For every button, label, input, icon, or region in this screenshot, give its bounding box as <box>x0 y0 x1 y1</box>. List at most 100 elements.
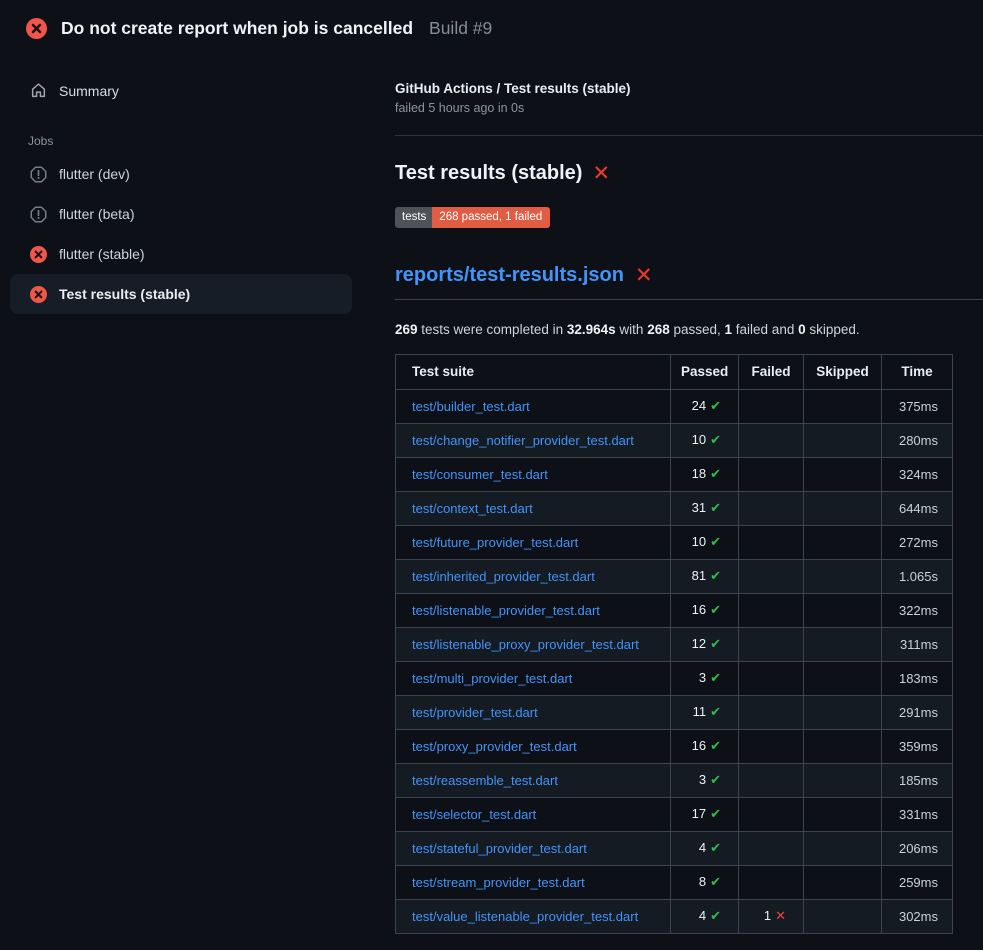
passed-count: 3 <box>699 772 706 787</box>
suite-link[interactable]: test/stateful_provider_test.dart <box>412 841 587 856</box>
table-row: test/listenable_proxy_provider_test.dart… <box>396 627 953 661</box>
time-cell: 331ms <box>882 797 953 831</box>
sidebar-job-item[interactable]: flutter (dev) <box>10 154 352 194</box>
suite-link[interactable]: test/listenable_provider_test.dart <box>412 603 600 618</box>
check-icon: ✔ <box>710 432 721 447</box>
failed-cell <box>739 695 804 729</box>
jobs-section-label: Jobs <box>28 134 395 148</box>
sidebar-job-item[interactable]: Test results (stable) <box>10 274 352 314</box>
report-heading: reports/test-results.json ✕ <box>395 264 983 300</box>
check-icon: ✔ <box>710 874 721 889</box>
suite-cell: test/provider_test.dart <box>396 695 671 729</box>
skipped-cell <box>804 423 882 457</box>
passed-cell: 31✔ <box>671 491 739 525</box>
suite-link[interactable]: test/change_notifier_provider_test.dart <box>412 433 634 448</box>
passed-cell: 8✔ <box>671 865 739 899</box>
table-row: test/future_provider_test.dart10✔272ms <box>396 525 953 559</box>
suite-link[interactable]: test/listenable_proxy_provider_test.dart <box>412 637 639 652</box>
check-icon: ✔ <box>710 534 721 549</box>
breadcrumb: GitHub Actions / Test results (stable) <box>395 81 983 96</box>
failed-cell <box>739 763 804 797</box>
skipped-cell <box>804 627 882 661</box>
check-icon: ✔ <box>710 636 721 651</box>
passed-count: 4 <box>699 908 706 923</box>
sidebar-item-summary[interactable]: Summary <box>10 73 352 108</box>
suite-cell: test/value_listenable_provider_test.dart <box>396 899 671 933</box>
x-icon: ✕ <box>775 908 786 923</box>
passed-cell: 24✔ <box>671 389 739 423</box>
passed-cell: 16✔ <box>671 593 739 627</box>
sidebar: Summary Jobs flutter (dev)flutter (beta)… <box>0 51 395 314</box>
time-cell: 259ms <box>882 865 953 899</box>
suite-link[interactable]: test/provider_test.dart <box>412 705 538 720</box>
suite-link[interactable]: test/multi_provider_test.dart <box>412 671 572 686</box>
job-label: Test results (stable) <box>59 286 190 302</box>
passed-count: 24 <box>692 398 706 413</box>
time-cell: 183ms <box>882 661 953 695</box>
col-header-time: Time <box>882 354 953 389</box>
failed-count: 1 <box>764 908 771 923</box>
time-cell: 1.065s <box>882 559 953 593</box>
failed-cell <box>739 627 804 661</box>
table-row: test/stateful_provider_test.dart4✔206ms <box>396 831 953 865</box>
suite-link[interactable]: test/selector_test.dart <box>412 807 536 822</box>
passed-count: 10 <box>692 432 706 447</box>
failed-cell <box>739 423 804 457</box>
failed-cell <box>739 729 804 763</box>
run-meta: failed 5 hours ago in 0s <box>395 101 983 115</box>
summary-segment: failed and <box>732 322 798 337</box>
suite-cell: test/listenable_provider_test.dart <box>396 593 671 627</box>
time-cell: 185ms <box>882 763 953 797</box>
sidebar-job-item[interactable]: flutter (stable) <box>10 234 352 274</box>
summary-segment: 32.964s <box>567 322 616 337</box>
check-icon: ✔ <box>710 670 721 685</box>
check-icon: ✔ <box>710 738 721 753</box>
passed-cell: 4✔ <box>671 831 739 865</box>
suite-link[interactable]: test/builder_test.dart <box>412 399 530 414</box>
suite-link[interactable]: test/consumer_test.dart <box>412 467 548 482</box>
suite-link[interactable]: test/proxy_provider_test.dart <box>412 739 577 754</box>
suite-cell: test/stateful_provider_test.dart <box>396 831 671 865</box>
divider <box>395 135 983 136</box>
skipped-cell <box>804 661 882 695</box>
check-icon: ✔ <box>710 500 721 515</box>
failed-cell <box>739 797 804 831</box>
col-header-test-suite: Test suite <box>396 354 671 389</box>
suite-cell: test/builder_test.dart <box>396 389 671 423</box>
sidebar-jobs: flutter (dev)flutter (beta)flutter (stab… <box>0 154 395 314</box>
suite-cell: test/proxy_provider_test.dart <box>396 729 671 763</box>
summary-segment: 268 <box>647 322 670 337</box>
suite-cell: test/stream_provider_test.dart <box>396 865 671 899</box>
table-row: test/multi_provider_test.dart3✔183ms <box>396 661 953 695</box>
suite-link[interactable]: test/reassemble_test.dart <box>412 773 558 788</box>
summary-segment: passed, <box>670 322 725 337</box>
passed-count: 81 <box>692 568 706 583</box>
summary-segment: 269 <box>395 322 418 337</box>
suite-link[interactable]: test/context_test.dart <box>412 501 533 516</box>
failed-cell <box>739 491 804 525</box>
suite-link[interactable]: test/inherited_provider_test.dart <box>412 569 595 584</box>
failed-cell <box>739 559 804 593</box>
stop-icon <box>30 206 47 223</box>
skipped-cell <box>804 729 882 763</box>
check-icon: ✔ <box>710 704 721 719</box>
suite-link[interactable]: test/value_listenable_provider_test.dart <box>412 909 638 924</box>
report-title-link[interactable]: reports/test-results.json <box>395 264 624 287</box>
passed-cell: 4✔ <box>671 899 739 933</box>
summary-segment: 0 <box>798 322 806 337</box>
suite-link[interactable]: test/future_provider_test.dart <box>412 535 578 550</box>
suite-cell: test/listenable_proxy_provider_test.dart <box>396 627 671 661</box>
table-row: test/listenable_provider_test.dart16✔322… <box>396 593 953 627</box>
failed-cell: 1✕ <box>739 899 804 933</box>
skipped-cell <box>804 865 882 899</box>
time-cell: 302ms <box>882 899 953 933</box>
suite-cell: test/change_notifier_provider_test.dart <box>396 423 671 457</box>
time-cell: 359ms <box>882 729 953 763</box>
table-row: test/change_notifier_provider_test.dart 1… <box>396 423 953 457</box>
passed-cell: 10 ✔ <box>671 423 739 457</box>
sidebar-job-item[interactable]: flutter (beta) <box>10 194 352 234</box>
summary-segment: skipped. <box>806 322 860 337</box>
sidebar-summary-label: Summary <box>59 83 119 99</box>
suite-link[interactable]: test/stream_provider_test.dart <box>412 875 585 890</box>
x-circle-icon <box>30 246 47 263</box>
